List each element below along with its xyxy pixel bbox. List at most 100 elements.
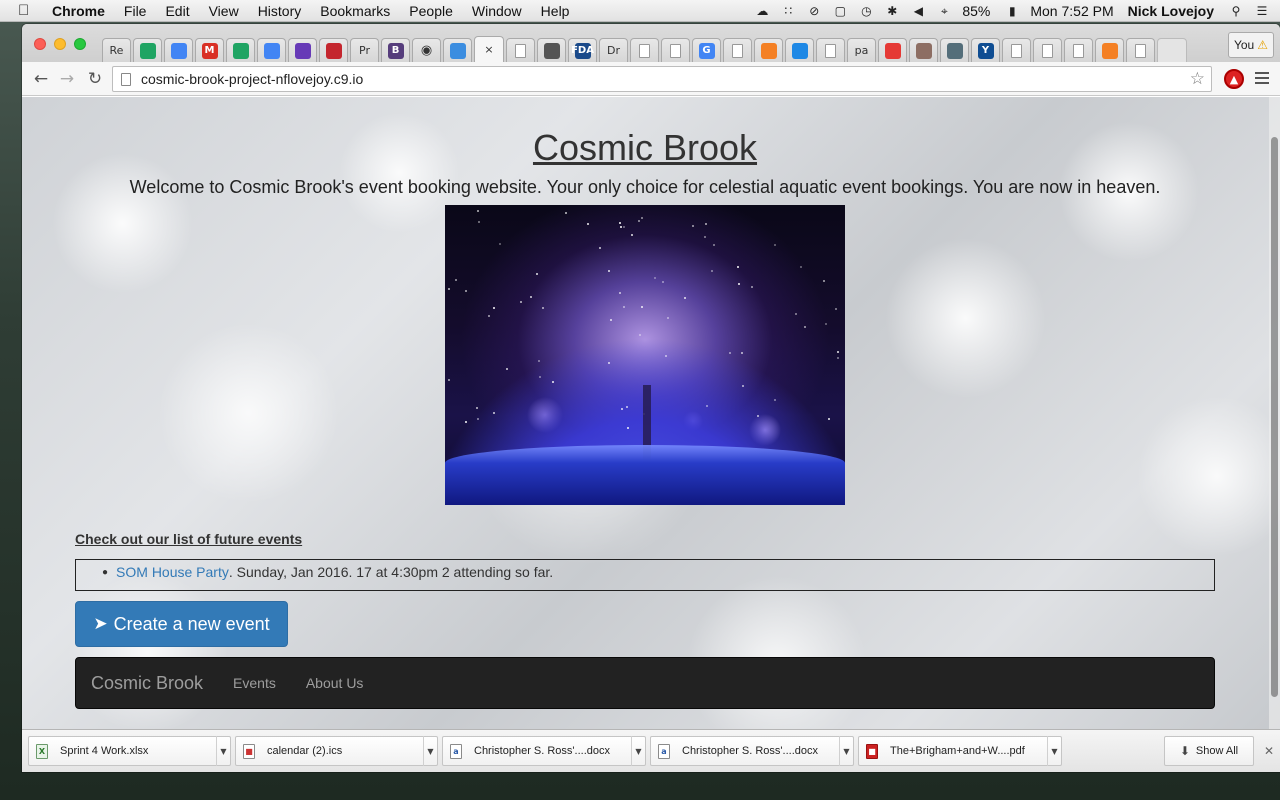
- menu-window[interactable]: Window: [472, 3, 522, 19]
- tab[interactable]: [133, 38, 162, 62]
- notification-center-icon[interactable]: ☰: [1254, 4, 1270, 18]
- download-menu-chevron-icon[interactable]: ▼: [423, 736, 437, 766]
- event-link[interactable]: SOM House Party: [116, 564, 229, 580]
- tab[interactable]: [878, 38, 907, 62]
- download-item[interactable]: a Christopher S. Ross'....docx ▼: [650, 736, 854, 766]
- tabs: Re M Pr B ◉ × FDA Dr Gpa Y: [102, 36, 1189, 62]
- apple-menu-icon[interactable]: : [18, 2, 38, 19]
- address-bar[interactable]: cosmic-brook-project-nflovejoy.c9.io ☆: [112, 66, 1212, 92]
- tab[interactable]: [909, 38, 938, 62]
- menubar-user[interactable]: Nick Lovejoy: [1128, 3, 1214, 19]
- tab[interactable]: pa: [847, 38, 876, 62]
- download-arrow-icon: ⬇: [1179, 744, 1190, 758]
- minimize-window-button[interactable]: [54, 38, 66, 50]
- battery-icon[interactable]: ▮: [1004, 4, 1020, 18]
- vertical-scrollbar[interactable]: [1269, 97, 1280, 729]
- menu-file[interactable]: File: [124, 3, 147, 19]
- document-icon: [1042, 43, 1053, 58]
- battery-percent[interactable]: 85%: [962, 3, 990, 19]
- spotlight-search-icon[interactable]: ⚲: [1228, 4, 1244, 18]
- tab[interactable]: [1064, 38, 1093, 62]
- tab[interactable]: Y: [971, 38, 1000, 62]
- menubar-clock[interactable]: Mon 7:52 PM: [1030, 3, 1113, 19]
- tab[interactable]: [1126, 38, 1155, 62]
- tab[interactable]: [506, 38, 535, 62]
- menu-bookmarks[interactable]: Bookmarks: [320, 3, 390, 19]
- download-item[interactable]: ■ The+Brigham+and+W....pdf ▼: [858, 736, 1062, 766]
- profile-label: You: [1233, 38, 1255, 52]
- menu-edit[interactable]: Edit: [165, 3, 189, 19]
- download-menu-chevron-icon[interactable]: ▼: [216, 736, 230, 766]
- reload-button[interactable]: ↻: [84, 68, 106, 90]
- document-icon: [1011, 43, 1022, 58]
- time-machine-icon[interactable]: ◷: [858, 4, 874, 18]
- circle-slash-icon[interactable]: ⊘: [806, 4, 822, 18]
- tab[interactable]: [630, 38, 659, 62]
- tab[interactable]: [785, 38, 814, 62]
- chrome-menu-button[interactable]: [1254, 70, 1270, 86]
- tab[interactable]: [443, 38, 472, 62]
- nav-link-about-us[interactable]: About Us: [306, 675, 364, 691]
- tab[interactable]: [723, 38, 752, 62]
- tab[interactable]: [816, 38, 845, 62]
- tab[interactable]: Pr: [350, 38, 379, 62]
- forward-button[interactable]: →: [56, 68, 78, 90]
- tab-active[interactable]: ×: [474, 36, 504, 62]
- wifi-icon[interactable]: ⌖: [936, 4, 952, 18]
- adblock-extension-icon[interactable]: ▲: [1224, 69, 1244, 89]
- tab[interactable]: [257, 38, 286, 62]
- grid-app-icon[interactable]: ∷: [780, 4, 796, 18]
- back-button[interactable]: ←: [30, 68, 52, 90]
- tab[interactable]: [940, 38, 969, 62]
- menu-people[interactable]: People: [409, 3, 453, 19]
- drive-icon: [139, 42, 156, 59]
- volume-icon[interactable]: ◀: [910, 4, 926, 18]
- download-item[interactable]: ■ calendar (2).ics ▼: [235, 736, 438, 766]
- profile-button[interactable]: You ⚠: [1228, 32, 1274, 58]
- tab[interactable]: [537, 38, 566, 62]
- tab[interactable]: G: [692, 38, 721, 62]
- tab[interactable]: [288, 38, 317, 62]
- tab[interactable]: [1033, 38, 1062, 62]
- download-shelf: X Sprint 4 Work.xlsx ▼ ■ calendar (2).ic…: [22, 729, 1280, 772]
- tab[interactable]: [1095, 38, 1124, 62]
- download-filename: The+Brigham+and+W....pdf: [890, 745, 1025, 757]
- create-event-button[interactable]: ➤ Create a new event: [75, 601, 288, 647]
- close-window-button[interactable]: [34, 38, 46, 50]
- menu-history[interactable]: History: [258, 3, 302, 19]
- github-icon: ◉: [420, 43, 433, 58]
- tab[interactable]: FDA: [568, 38, 597, 62]
- tab[interactable]: [754, 38, 783, 62]
- download-item[interactable]: X Sprint 4 Work.xlsx ▼: [28, 736, 231, 766]
- tab[interactable]: [319, 38, 348, 62]
- events-heading[interactable]: Check out our list of future events: [75, 531, 302, 547]
- tab[interactable]: M: [195, 38, 224, 62]
- bookmark-star-icon[interactable]: ☆: [1190, 69, 1205, 89]
- tab[interactable]: B: [381, 38, 410, 62]
- new-tab-button[interactable]: [1157, 38, 1187, 62]
- menu-view[interactable]: View: [209, 3, 239, 19]
- menu-help[interactable]: Help: [541, 3, 570, 19]
- navbar-brand[interactable]: Cosmic Brook: [91, 673, 203, 694]
- nav-link-events[interactable]: Events: [233, 675, 276, 691]
- tab[interactable]: [226, 38, 255, 62]
- tab[interactable]: Dr: [599, 38, 628, 62]
- download-item[interactable]: a Christopher S. Ross'....docx ▼: [442, 736, 646, 766]
- cloud-sync-icon[interactable]: ☁: [754, 4, 770, 18]
- download-menu-chevron-icon[interactable]: ▼: [631, 736, 645, 766]
- maximize-window-button[interactable]: [74, 38, 86, 50]
- close-download-shelf-icon[interactable]: ✕: [1262, 744, 1276, 758]
- events-list: ● SOM House Party . Sunday, Jan 2016. 17…: [75, 559, 1215, 591]
- tab[interactable]: [1002, 38, 1031, 62]
- menu-app-name[interactable]: Chrome: [52, 3, 105, 19]
- scrollbar-thumb[interactable]: [1271, 137, 1278, 697]
- bluetooth-icon[interactable]: ✱: [884, 4, 900, 18]
- tab[interactable]: [661, 38, 690, 62]
- tab[interactable]: ◉: [412, 38, 441, 62]
- tab[interactable]: Re: [102, 38, 131, 62]
- show-all-downloads-button[interactable]: ⬇ Show All: [1164, 736, 1254, 766]
- download-menu-chevron-icon[interactable]: ▼: [839, 736, 853, 766]
- download-menu-chevron-icon[interactable]: ▼: [1047, 736, 1061, 766]
- tab[interactable]: [164, 38, 193, 62]
- p-box-icon[interactable]: ▢: [832, 4, 848, 18]
